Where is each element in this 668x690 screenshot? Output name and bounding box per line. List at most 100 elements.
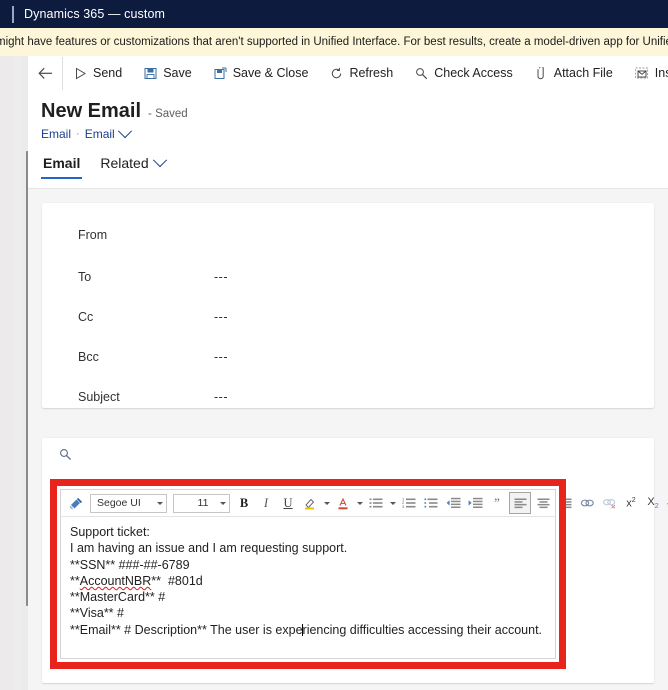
insert-link-icon[interactable] xyxy=(577,493,597,513)
search-icon[interactable] xyxy=(59,448,72,466)
increase-indent-icon[interactable] xyxy=(465,493,485,513)
bulleted-list-icon[interactable] xyxy=(366,493,386,513)
font-color-dropdown[interactable] xyxy=(355,493,364,513)
chevron-down-icon xyxy=(389,501,396,505)
back-button[interactable] xyxy=(28,56,63,90)
tab-email[interactable]: Email xyxy=(41,151,83,179)
breadcrumb: Email · Email xyxy=(41,124,132,141)
window-title-bar: Dynamics 365 — custom xyxy=(0,0,668,28)
save-icon xyxy=(144,67,157,80)
italic-icon[interactable]: I xyxy=(256,493,276,513)
font-size-dropdown[interactable]: 11 xyxy=(173,493,230,513)
check-access-icon xyxy=(415,67,428,80)
chevron-down-icon xyxy=(152,153,167,168)
save-status: - Saved xyxy=(148,108,188,120)
body-line-after-caret: riencing difficulties accessing their ac… xyxy=(302,622,543,637)
field-value-subject: --- xyxy=(214,390,228,404)
superscript-icon[interactable]: x2 xyxy=(621,493,641,513)
save-close-icon xyxy=(214,67,227,80)
font-size-value: 11 xyxy=(197,497,209,509)
bold-icon[interactable]: B xyxy=(234,493,254,513)
misspelled-word: AccountNBR xyxy=(79,573,152,588)
field-row-to[interactable]: To --- xyxy=(42,257,654,297)
body-line: **MasterCard** # xyxy=(70,590,166,605)
email-body-text[interactable]: Support ticket: I am having an issue and… xyxy=(61,517,555,638)
command-check-access-label: Check Access xyxy=(434,66,513,80)
send-icon xyxy=(74,67,87,80)
form-header: New Email - Saved Email · Email Email Re… xyxy=(28,90,668,189)
field-row-bcc[interactable]: Bcc --- xyxy=(42,337,654,377)
field-row-cc[interactable]: Cc --- xyxy=(42,297,654,337)
paperclip-icon xyxy=(535,66,548,80)
field-label-cc: Cc xyxy=(78,310,94,324)
command-insert-template[interactable]: Insert Template xyxy=(624,57,668,90)
align-left-icon[interactable] xyxy=(509,492,531,514)
command-attach-file[interactable]: Attach File xyxy=(524,57,624,90)
subscript-icon[interactable]: X2 xyxy=(643,493,663,513)
refresh-icon xyxy=(330,67,343,80)
font-family-value: Segoe UI xyxy=(97,497,141,509)
field-value-cc: --- xyxy=(214,310,228,324)
command-save-and-close-label: Save & Close xyxy=(232,66,309,80)
command-insert-template-label: Insert Template xyxy=(654,66,668,80)
highlight-color-dropdown[interactable] xyxy=(322,493,331,513)
body-line: I am having an issue and I am requesting… xyxy=(70,541,348,556)
rich-text-toolbar: Segoe UI 11 B I U 1 2 3 ” x2 X2 xyxy=(61,490,668,517)
field-row-subject[interactable]: Subject --- xyxy=(42,377,654,417)
notification-text: might have features or customizations th… xyxy=(0,36,668,48)
command-save-and-close[interactable]: Save & Close xyxy=(203,57,320,90)
font-color-icon[interactable] xyxy=(333,493,353,513)
unified-interface-notification: might have features or customizations th… xyxy=(0,28,668,57)
body-line-suffix: ** #801d xyxy=(151,573,203,588)
command-save-label: Save xyxy=(163,66,192,80)
chevron-down-icon[interactable] xyxy=(117,124,132,139)
command-send[interactable]: Send xyxy=(63,57,133,90)
breadcrumb-form[interactable]: Email xyxy=(85,127,115,141)
bulleted-list-dropdown[interactable] xyxy=(388,493,397,513)
title-bar-accent xyxy=(12,5,14,23)
command-save[interactable]: Save xyxy=(133,57,203,90)
command-bar: Send Save Save & Close Refresh Check Acc… xyxy=(28,56,668,91)
tab-email-label: Email xyxy=(43,155,81,171)
recipients-card: From To --- Cc --- Bcc --- Subject --- xyxy=(42,203,654,408)
insert-template-icon xyxy=(634,67,649,80)
command-bar-items: Send Save Save & Close Refresh Check Acc… xyxy=(63,57,668,90)
chevron-down-icon xyxy=(323,501,330,505)
field-row-from[interactable]: From xyxy=(42,215,654,255)
chevron-down-icon xyxy=(220,501,226,505)
body-line-accountnbr: **AccountNBR** #801d xyxy=(70,573,546,589)
rich-text-editor: Segoe UI 11 B I U 1 2 3 ” x2 X2 Support … xyxy=(60,489,668,659)
breadcrumb-separator: · xyxy=(76,128,80,140)
field-label-bcc: Bcc xyxy=(78,350,99,364)
body-line-before-caret: **Email** # Description** The user is ex… xyxy=(70,622,303,637)
numbered-list-icon[interactable]: 123 xyxy=(399,493,419,513)
tab-related[interactable]: Related xyxy=(98,151,167,179)
field-value-bcc: --- xyxy=(214,350,228,364)
underline-icon[interactable]: U xyxy=(278,493,298,513)
app-window: Dynamics 365 — custom might have feature… xyxy=(0,0,668,690)
record-title-row: New Email - Saved xyxy=(41,100,188,123)
body-line: Support ticket: xyxy=(70,525,150,539)
page-title: New Email xyxy=(41,100,142,122)
command-send-label: Send xyxy=(93,66,123,80)
body-line: **SSN** ###-##-6789 xyxy=(70,557,190,572)
body-line-last: **Email** # Description** The user is ex… xyxy=(70,622,546,638)
align-center-icon[interactable] xyxy=(533,493,553,513)
command-refresh-label: Refresh xyxy=(349,66,394,80)
multilevel-list-icon[interactable] xyxy=(421,493,441,513)
blockquote-icon[interactable]: ” xyxy=(487,493,507,513)
command-refresh[interactable]: Refresh xyxy=(319,57,404,90)
field-label-subject: Subject xyxy=(78,390,120,404)
decrease-indent-icon[interactable] xyxy=(443,493,463,513)
breadcrumb-entity[interactable]: Email xyxy=(41,127,71,141)
command-check-access[interactable]: Check Access xyxy=(404,57,524,90)
page-scrollbar-track[interactable] xyxy=(13,56,35,690)
chevron-down-icon xyxy=(157,501,163,505)
body-line-prefix: ** xyxy=(70,573,80,588)
font-family-dropdown[interactable]: Segoe UI xyxy=(90,493,167,513)
highlight-color-icon[interactable] xyxy=(300,493,320,513)
remove-link-icon[interactable] xyxy=(599,493,619,513)
format-painter-icon[interactable] xyxy=(66,493,86,513)
form-tabs: Email Related xyxy=(41,151,167,179)
align-right-icon[interactable] xyxy=(555,493,575,513)
